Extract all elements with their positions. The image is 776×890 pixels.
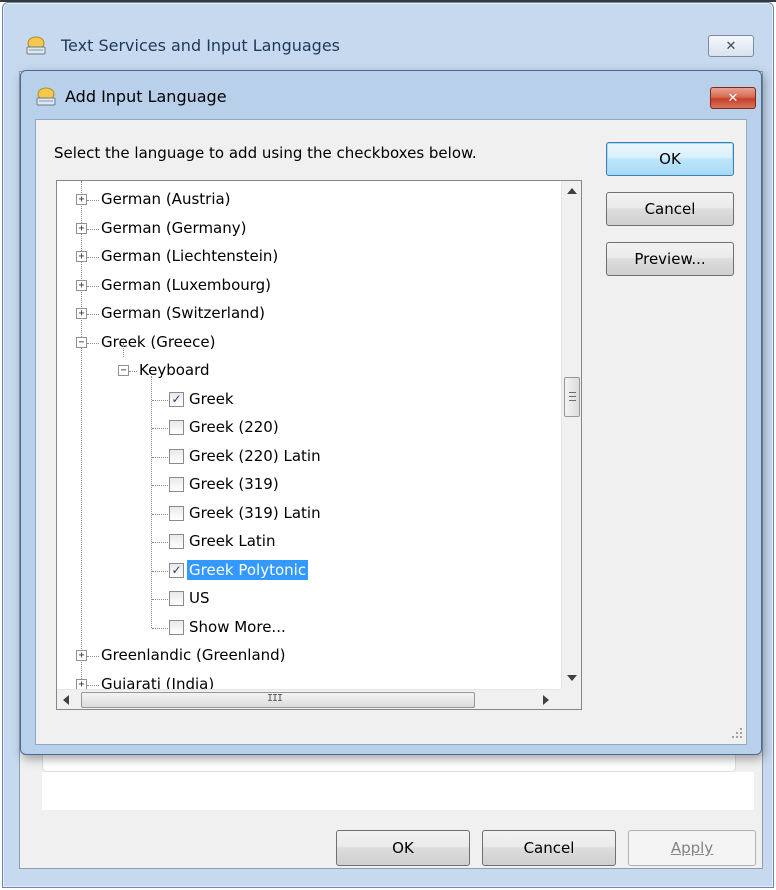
scroll-grip-icon: III — [267, 693, 283, 704]
keyboard-checkbox[interactable] — [169, 420, 184, 435]
tree-line — [87, 257, 99, 258]
tree-item-language[interactable]: German (Luxembourg) — [99, 275, 273, 295]
window-cancel-button[interactable]: Cancel — [482, 830, 616, 866]
expand-icon[interactable]: + — [76, 222, 87, 234]
tree-item-language[interactable]: German (Switzerland) — [99, 303, 267, 323]
arrow-left-icon[interactable] — [63, 695, 69, 705]
tree-line — [87, 314, 99, 315]
window-panel-strip — [42, 772, 754, 810]
expand-icon[interactable]: + — [76, 194, 87, 205]
close-icon: ✕ — [725, 38, 737, 54]
keyboard-checkbox[interactable]: ✓ — [169, 391, 184, 407]
tree-line — [129, 371, 137, 372]
dialog-client-area: Select the language to add using the che… — [35, 119, 747, 745]
tree-line — [123, 343, 124, 357]
tree-item-language[interactable]: German (Austria) — [99, 189, 233, 209]
keyboard-checkbox[interactable]: ✓ — [169, 562, 184, 578]
tree-item-keyboard-layout[interactable]: Show More... — [187, 617, 288, 637]
scroll-corner — [561, 689, 581, 709]
tree-item-keyboard[interactable]: Keyboard — [137, 360, 212, 380]
close-icon: ✕ — [727, 90, 739, 106]
vertical-scrollbar[interactable] — [561, 181, 581, 689]
window-close-button[interactable]: ✕ — [708, 35, 754, 57]
dialog-title: Add Input Language — [65, 87, 227, 106]
keyboard-globe-icon — [26, 36, 46, 55]
tree-item-keyboard-layout[interactable]: Greek — [187, 389, 236, 409]
tree-line — [87, 342, 99, 344]
expand-icon[interactable]: + — [76, 279, 87, 291]
tree-item-keyboard-layout[interactable]: US — [187, 588, 212, 608]
tree-line — [87, 684, 99, 686]
tree-line — [152, 542, 168, 543]
tree-line — [87, 285, 99, 287]
tree-line — [87, 200, 99, 201]
expand-icon[interactable]: + — [76, 650, 87, 661]
tree-line — [152, 513, 168, 515]
dialog-close-button[interactable]: ✕ — [710, 87, 756, 109]
tree-line — [87, 228, 99, 230]
language-tree-viewport: + German (Austria) + German (Germany) + Germa… — [57, 181, 561, 689]
keyboard-checkbox[interactable] — [169, 534, 184, 549]
arrow-right-icon[interactable] — [543, 695, 549, 705]
arrow-up-icon[interactable] — [567, 188, 577, 194]
horizontal-scroll-thumb[interactable]: III — [81, 692, 475, 708]
dialog-ok-button[interactable]: OK — [606, 142, 734, 176]
tree-line — [87, 656, 99, 657]
tree-item-keyboard-layout[interactable]: Greek Polytonic — [187, 559, 309, 580]
add-input-language-dialog: Add Input Language ✕ Select the language… — [20, 70, 762, 755]
tree-item-keyboard-layout[interactable]: Greek Latin — [187, 531, 277, 551]
tree-line — [152, 456, 168, 458]
tree-line — [152, 570, 168, 572]
expand-icon[interactable]: + — [76, 251, 87, 262]
keyboard-checkbox[interactable] — [169, 619, 184, 635]
expand-icon[interactable]: + — [76, 308, 87, 319]
dialog-preview-button[interactable]: Preview... — [606, 242, 734, 276]
vertical-scroll-thumb[interactable] — [564, 377, 580, 417]
tree-item-keyboard-layout[interactable]: Greek (220) Latin — [187, 446, 323, 466]
keyboard-checkbox[interactable] — [169, 591, 184, 606]
tree-item-language[interactable]: Greenlandic (Greenland) — [99, 645, 288, 665]
language-tree[interactable]: + German (Austria) + German (Germany) + Germa… — [56, 180, 582, 710]
instruction-text: Select the language to add using the che… — [54, 144, 477, 162]
tree-item-language[interactable]: German (Liechtenstein) — [99, 246, 280, 266]
tree-line — [152, 485, 168, 486]
tree-line — [152, 599, 168, 600]
tree-line — [152, 399, 168, 401]
keyboard-checkbox[interactable] — [169, 505, 184, 521]
window-ok-button[interactable]: OK — [336, 830, 470, 866]
collapse-icon[interactable]: − — [76, 336, 87, 348]
tree-item-language[interactable]: German (Germany) — [99, 218, 248, 238]
window-title: Text Services and Input Languages — [61, 36, 340, 55]
horizontal-scrollbar[interactable]: III — [57, 689, 561, 709]
expand-icon[interactable]: + — [76, 678, 87, 689]
tree-item-keyboard-layout[interactable]: Greek (220) — [187, 417, 281, 437]
keyboard-checkbox[interactable] — [169, 477, 184, 492]
tree-item-language[interactable]: Greek (Greece) — [99, 332, 217, 352]
dialog-cancel-button[interactable]: Cancel — [606, 192, 734, 226]
tree-line — [152, 627, 168, 629]
collapse-icon[interactable]: − — [118, 365, 129, 376]
tree-item-keyboard-layout[interactable]: Greek (319) Latin — [187, 503, 323, 523]
tree-item-language[interactable]: Gujarati (India) — [99, 674, 216, 690]
resize-grip-icon[interactable] — [730, 726, 744, 740]
window-apply-button[interactable]: Apply — [628, 830, 756, 866]
keyboard-globe-icon — [36, 87, 56, 106]
tree-item-keyboard-layout[interactable]: Greek (319) — [187, 474, 281, 494]
keyboard-checkbox[interactable] — [169, 448, 184, 464]
arrow-down-icon[interactable] — [567, 675, 577, 681]
tree-line — [151, 375, 152, 628]
tree-line — [152, 428, 168, 429]
